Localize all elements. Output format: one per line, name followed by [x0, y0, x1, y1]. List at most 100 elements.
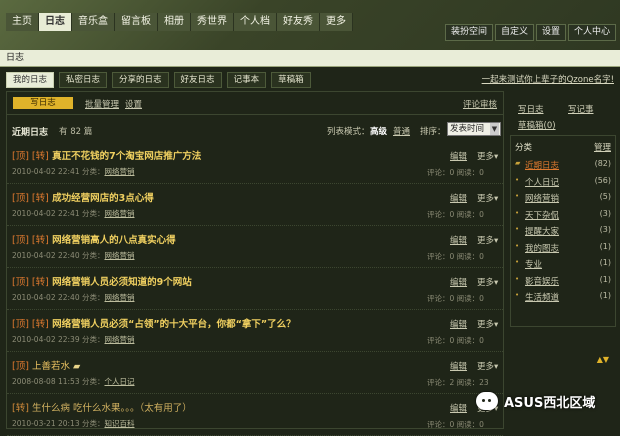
- edit-link[interactable]: 编辑: [450, 276, 467, 288]
- category-name: 网络营销: [525, 194, 560, 204]
- category-link[interactable]: 网络营销: [104, 335, 134, 344]
- category-item[interactable]: ▰ 近期日志 (82): [511, 156, 615, 173]
- category-item[interactable]: • 提醒大家 (3): [511, 222, 615, 239]
- blog-list-panel: 写日志 批量管理 设置 评论审核 近期日志 有 82 篇 列表模式： 高级 普通…: [6, 91, 504, 436]
- more-menu[interactable]: 更多▾: [477, 360, 498, 372]
- customize-button[interactable]: 自定义: [494, 24, 534, 41]
- post-stats: 评论：0 阅读：0: [427, 252, 484, 261]
- post-date: 2010-04-02 22:40: [12, 251, 80, 260]
- bullet-icon: •: [515, 258, 520, 266]
- post-prefix: [顶] [转]: [12, 151, 49, 162]
- personal-center-button[interactable]: 个人中心: [567, 24, 616, 41]
- sidebar-drafts-link[interactable]: 草稿箱(0): [518, 119, 556, 131]
- mode-normal[interactable]: 普通: [393, 125, 410, 137]
- category-count: (56): [594, 175, 611, 185]
- bullet-icon: •: [515, 192, 520, 200]
- mode-advanced[interactable]: 高级: [370, 125, 387, 137]
- nav-guestbook[interactable]: 留言板: [115, 13, 158, 31]
- tab-my-blog[interactable]: 我的日志: [6, 72, 55, 88]
- category-item[interactable]: • 个人日记 (56): [511, 173, 615, 190]
- nav-profile[interactable]: 个人档: [234, 13, 277, 31]
- more-menu[interactable]: 更多▾: [477, 150, 498, 162]
- category-link[interactable]: 网络营销: [104, 293, 134, 302]
- blog-title-link[interactable]: [转] 生什么病 吃什么水果。。。（太有用了）: [12, 400, 192, 414]
- sidebar-write-blog-link[interactable]: 写日志: [518, 103, 544, 115]
- blog-title-link[interactable]: [顶] [转] 网络营销人员必须“占领”的十大平台，你都“拿下”了么？: [12, 316, 296, 330]
- sidebar-write-note-link[interactable]: 写记事: [568, 103, 594, 115]
- tab-friend-blog[interactable]: 好友日志: [173, 72, 222, 88]
- blog-title: 真正不花钱的7个淘宝网店推广方法: [52, 151, 202, 162]
- blog-meta: 2010-04-02 22:39 分类：网络营销: [12, 334, 134, 345]
- blog-title-link[interactable]: [顶] [转] 成功经营网店的3点心得: [12, 190, 154, 204]
- bullet-icon: •: [515, 225, 520, 233]
- sort-label: 排序：: [420, 127, 446, 137]
- post-date: 2010-04-02 22:41: [12, 209, 80, 218]
- category-link[interactable]: 网络营销: [104, 209, 134, 218]
- bullet-icon: •: [515, 241, 520, 250]
- decorate-space-button[interactable]: 装扮空间: [444, 24, 493, 41]
- post-stats: 评论：0 阅读：0: [427, 294, 484, 303]
- category-name: 天下杂侃: [525, 210, 560, 221]
- edit-link[interactable]: 编辑: [450, 318, 467, 330]
- more-menu[interactable]: 更多▾: [477, 318, 498, 330]
- nav-friend-show[interactable]: 好友秀: [277, 13, 320, 31]
- category-link[interactable]: 个人日记: [104, 377, 134, 386]
- write-blog-button[interactable]: 写日志: [13, 97, 73, 109]
- category-label: 分类：: [81, 377, 105, 386]
- qzone-name-test-link[interactable]: 一起来测试你上辈子的Qzone名字!: [482, 73, 614, 85]
- category-link[interactable]: 网络营销: [104, 251, 134, 260]
- category-item[interactable]: • 影音娱乐 (1): [511, 272, 615, 289]
- category-link[interactable]: 网络营销: [104, 167, 134, 176]
- more-menu[interactable]: 更多▾: [477, 234, 498, 246]
- folder-icon: ▰: [515, 159, 521, 167]
- more-menu[interactable]: 更多▾: [477, 192, 498, 204]
- post-stats: 评论：2 阅读：23: [427, 378, 489, 387]
- blog-title-link[interactable]: [顶] [转] 网络营销高人的八点真实心得: [12, 232, 176, 246]
- category-label: 分类：: [81, 335, 105, 344]
- category-name: 生活频道: [525, 293, 560, 303]
- nav-home[interactable]: 主页: [6, 13, 39, 31]
- category-item[interactable]: • 我的图志 (1): [511, 239, 615, 256]
- blog-title: 成功经营网店的3点心得: [52, 193, 154, 204]
- settings-button[interactable]: 设置: [535, 24, 566, 41]
- blog-meta: 2010-04-02 22:41 分类：网络营销: [12, 166, 134, 177]
- category-count: (1): [599, 291, 611, 300]
- post-prefix: [顶] [转]: [12, 319, 49, 330]
- blog-meta: 2010-04-02 22:40 分类：网络营销: [12, 292, 134, 303]
- blog-title-link[interactable]: [顶] [转] 网络营销人员必须知道的9个网站: [12, 274, 192, 288]
- category-pager-arrows[interactable]: ▲▼: [597, 355, 609, 364]
- list-mode-label: 列表模式：: [327, 127, 370, 137]
- category-item[interactable]: • 天下杂侃 (3): [511, 206, 615, 223]
- tab-drafts[interactable]: 草稿箱: [271, 72, 311, 88]
- edit-link[interactable]: 编辑: [450, 150, 467, 162]
- blog-title-link[interactable]: [顶] [转] 真正不花钱的7个淘宝网店推广方法: [12, 148, 201, 162]
- edit-link[interactable]: 编辑: [450, 234, 467, 246]
- category-item[interactable]: • 专业 (1): [511, 255, 615, 272]
- category-manage-link[interactable]: 管理: [594, 141, 611, 153]
- more-menu[interactable]: 更多▾: [477, 276, 498, 288]
- edit-link[interactable]: 编辑: [450, 360, 467, 372]
- category-item[interactable]: • 生活频道 (1): [511, 288, 615, 305]
- sort-select[interactable]: 发表时间 ▼: [447, 122, 501, 136]
- tab-notebook[interactable]: 记事本: [226, 72, 267, 88]
- comment-review-link[interactable]: 评论审核: [463, 98, 497, 110]
- nav-album[interactable]: 相册: [158, 13, 191, 31]
- edit-link[interactable]: 编辑: [450, 402, 467, 414]
- blog-meta: 2008-08-08 11:53 分类：个人日记: [12, 376, 134, 387]
- blog-title-link[interactable]: [顶] 上善若水 ▰: [12, 358, 80, 372]
- nav-show-world[interactable]: 秀世界: [191, 13, 234, 31]
- tab-private-blog[interactable]: 私密日志: [59, 72, 108, 88]
- edit-link[interactable]: 编辑: [450, 192, 467, 204]
- nav-music[interactable]: 音乐盒: [72, 13, 115, 31]
- nav-blog[interactable]: 日志: [39, 13, 72, 31]
- category-name: 近期日志: [525, 161, 560, 171]
- category-item[interactable]: • 网络营销 (5): [511, 189, 615, 206]
- blog-settings-link[interactable]: 设置: [125, 98, 142, 110]
- blog-meta: 2010-04-02 22:41 分类：网络营销: [12, 208, 134, 219]
- tab-shared-blog[interactable]: 分享的日志: [112, 72, 169, 88]
- nav-more[interactable]: 更多: [320, 13, 353, 31]
- blog-row: [顶] [转] 网络营销高人的八点真实心得 2010-04-02 22:40 分…: [7, 226, 503, 268]
- category-count: (3): [599, 208, 611, 218]
- batch-manage-link[interactable]: 批量管理: [85, 98, 119, 110]
- post-date: 2010-04-02 22:39: [12, 335, 80, 344]
